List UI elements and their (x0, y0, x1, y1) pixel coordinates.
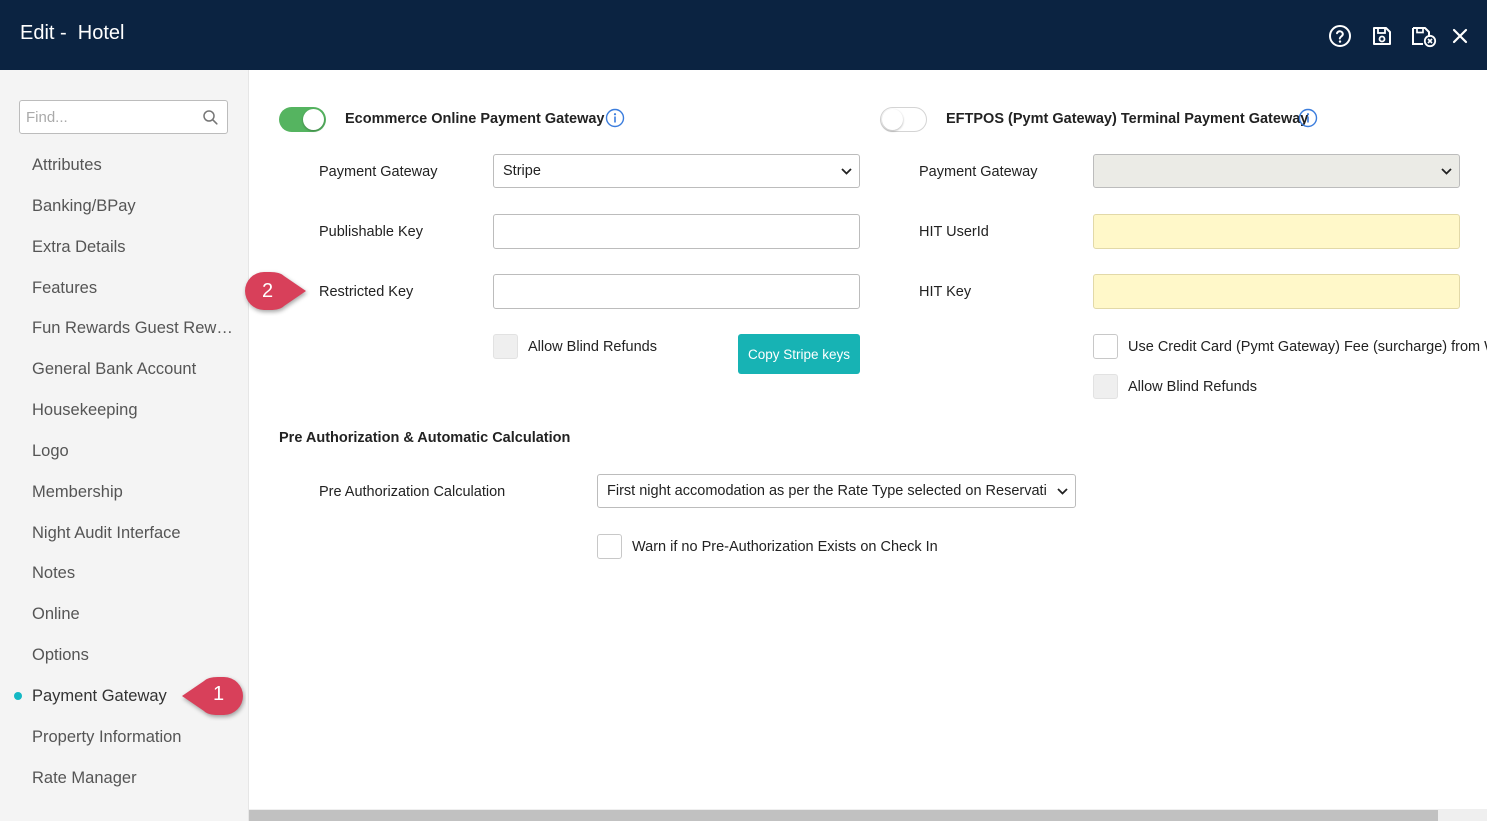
copy-stripe-keys-button[interactable]: Copy Stripe keys (738, 334, 860, 374)
find-box (19, 100, 228, 134)
active-indicator (14, 692, 22, 700)
surcharge-checkbox[interactable] (1093, 334, 1118, 359)
sidebar-item-logo[interactable]: Logo (32, 439, 237, 463)
callout-1: 1 (178, 673, 246, 721)
ecommerce-allow-blind-refunds-checkbox[interactable] (493, 334, 518, 359)
sidebar-item-fun-rewards[interactable]: Fun Rewards Guest Rewards (32, 316, 237, 340)
sidebar-item-property-information[interactable]: Property Information (32, 725, 237, 749)
sidebar-item-online[interactable]: Online (32, 602, 237, 626)
ecommerce-allow-blind-refunds-label: Allow Blind Refunds (528, 339, 657, 355)
sidebar-item-options[interactable]: Options (32, 643, 237, 667)
search-icon[interactable] (203, 110, 218, 130)
sidebar-item-membership[interactable]: Membership (32, 480, 237, 504)
eftpos-payment-gateway-label: Payment Gateway (919, 164, 1038, 180)
eftpos-allow-blind-refunds-label: Allow Blind Refunds (1128, 379, 1257, 395)
sidebar-item-attributes[interactable]: Attributes (32, 153, 237, 177)
callout-2: 2 (242, 268, 310, 316)
preauth-calc-select[interactable]: First night accomodation as per the Rate… (597, 474, 1076, 508)
chevron-down-icon (1055, 475, 1069, 507)
ecommerce-info-icon[interactable] (605, 108, 625, 128)
ecommerce-toggle[interactable] (279, 107, 326, 132)
restricted-key-input[interactable] (493, 274, 860, 309)
main-content: Ecommerce Online Payment Gateway Payment… (249, 70, 1487, 821)
sidebar-item-general-bank-account[interactable]: General Bank Account (32, 357, 237, 381)
chevron-down-icon (839, 155, 853, 187)
save-icon[interactable] (1370, 24, 1394, 48)
eftpos-toggle[interactable] (880, 107, 927, 132)
callout-1-number: 1 (213, 683, 225, 705)
window-header: Edit - Hotel (0, 0, 1487, 70)
eftpos-payment-gateway-select[interactable] (1093, 154, 1460, 188)
sidebar-item-rate-manager[interactable]: Rate Manager (32, 766, 237, 790)
ecommerce-payment-gateway-select[interactable]: Stripe (493, 154, 860, 188)
eftpos-info-icon[interactable] (1298, 108, 1318, 128)
sidebar-item-housekeeping[interactable]: Housekeeping (32, 398, 237, 422)
hit-key-input[interactable] (1093, 274, 1460, 309)
ecommerce-payment-gateway-label: Payment Gateway (319, 164, 438, 180)
sidebar-item-features[interactable]: Features (32, 276, 237, 300)
preauth-section-title: Pre Authorization & Automatic Calculatio… (279, 430, 571, 446)
preauth-calc-label: Pre Authorization Calculation (319, 484, 506, 500)
surcharge-label: Use Credit Card (Pymt Gateway) Fee (surc… (1128, 339, 1487, 355)
hit-userid-label: HIT UserId (919, 224, 989, 240)
help-icon[interactable] (1328, 24, 1352, 48)
close-icon[interactable] (1448, 24, 1472, 48)
warn-preauth-label: Warn if no Pre-Authorization Exists on C… (632, 539, 938, 555)
find-input[interactable] (26, 101, 196, 133)
window-title: Edit - Hotel (20, 22, 125, 44)
hit-userid-input[interactable] (1093, 214, 1460, 249)
horizontal-scrollbar[interactable] (249, 809, 1487, 821)
restricted-key-label: Restricted Key (319, 284, 414, 300)
chevron-down-icon (1439, 155, 1453, 187)
sidebar-item-night-audit-interface[interactable]: Night Audit Interface (32, 521, 237, 545)
sidebar-item-extra-details[interactable]: Extra Details (32, 235, 237, 259)
publishable-key-input[interactable] (493, 214, 860, 249)
sidebar-item-banking-bpay[interactable]: Banking/BPay (32, 194, 237, 218)
eftpos-title: EFTPOS (Pymt Gateway) Terminal Payment G… (946, 111, 1309, 127)
warn-preauth-checkbox[interactable] (597, 534, 622, 559)
callout-2-number: 2 (262, 280, 274, 302)
hit-key-label: HIT Key (919, 284, 972, 300)
save-close-icon[interactable] (1410, 24, 1438, 48)
scrollbar-thumb[interactable] (249, 810, 1438, 821)
ecommerce-title: Ecommerce Online Payment Gateway (345, 111, 605, 127)
sidebar-item-notes[interactable]: Notes (32, 561, 237, 585)
eftpos-allow-blind-refunds-checkbox[interactable] (1093, 374, 1118, 399)
publishable-key-label: Publishable Key (319, 224, 423, 240)
